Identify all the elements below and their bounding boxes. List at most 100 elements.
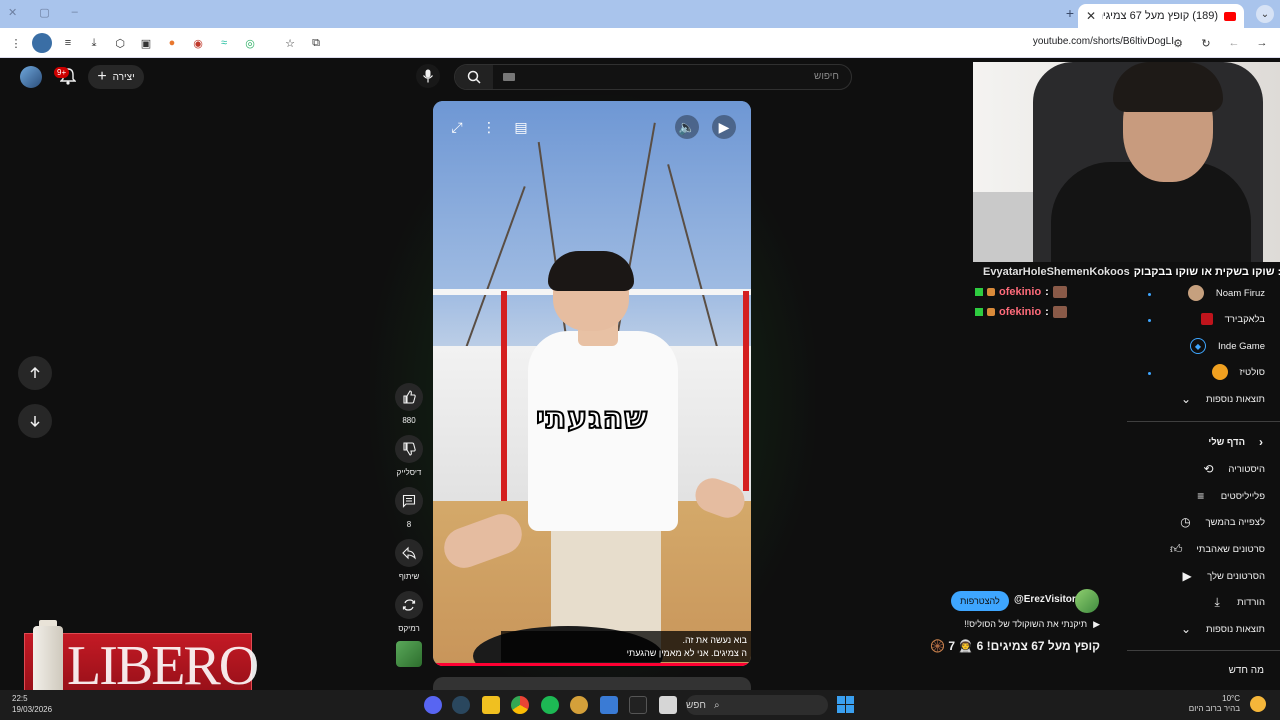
chat-badge-icon	[987, 288, 995, 296]
subscription-inde-game[interactable]: ◆ Inde Game	[1190, 333, 1265, 359]
share-button[interactable]	[395, 539, 423, 567]
video-progress-bar[interactable]	[433, 663, 751, 666]
sidebar-divider	[1127, 650, 1280, 651]
weather-widget[interactable]: 10°C בהיר ברוב היום	[1189, 694, 1240, 715]
extensions-icon[interactable]: ⬡	[110, 33, 130, 53]
restore-window-icon[interactable]: ▢	[39, 6, 49, 19]
steam-app-icon[interactable]	[452, 696, 470, 714]
microphone-icon	[423, 69, 433, 83]
search-box[interactable]: חיפוש	[454, 64, 852, 90]
fullscreen-icon[interactable]: ⤢	[445, 115, 469, 139]
grid-app-icon[interactable]	[600, 696, 618, 714]
browser-tab-active[interactable]: (189) קופץ מעל 67 צמיגים! 6 ✕	[1078, 4, 1244, 28]
site-settings-icon[interactable]: ⚙	[1168, 33, 1188, 53]
windows-start-icon[interactable]	[837, 696, 854, 713]
sidebar-item-watch-later[interactable]: ◷ לצפייה בהמשך	[1177, 509, 1265, 535]
download-icon[interactable]: ⤓	[84, 33, 104, 53]
cast-icon[interactable]: ⧉	[306, 33, 326, 53]
windows-taskbar: 22:5 19/03/2026 ⌕ חפש 10°C בהיר ברוב היו…	[0, 690, 1280, 720]
my-page-header[interactable]: הדף שלי ›	[1208, 429, 1265, 455]
account-avatar[interactable]	[20, 66, 42, 88]
close-tab-icon[interactable]: ✕	[1086, 9, 1096, 23]
chat-text: :	[1045, 286, 1049, 298]
sidebar-item-label: סרטונים שאהבתי	[1196, 543, 1265, 555]
reading-list-icon[interactable]: ≡	[58, 33, 78, 53]
play-icon[interactable]: ▶	[712, 115, 736, 139]
sidebar-item-downloads[interactable]: ⤓ הורדות	[1209, 589, 1265, 615]
discord-app-icon[interactable]	[424, 696, 442, 714]
show-more-my-page[interactable]: ⌄ תוצאות נוספות	[1178, 616, 1265, 642]
subscription-blackbird[interactable]: בלאקבירד	[1200, 306, 1265, 332]
new-tab-button[interactable]: +	[1066, 5, 1074, 21]
sidebar-item-playlists[interactable]: ≡ פלייליסטים	[1193, 483, 1265, 509]
like-button[interactable]	[395, 383, 423, 411]
sidebar-item-your-videos[interactable]: ▶ הסרטונים שלך	[1179, 563, 1265, 589]
forward-icon[interactable]: →	[1252, 33, 1272, 53]
minimize-window-icon[interactable]: –	[72, 6, 78, 19]
create-button[interactable]: + יצירה	[88, 65, 144, 89]
whats-new-title: מה חדש	[1228, 665, 1264, 676]
window-controls: ✕ ▢ –	[8, 6, 78, 19]
address-bar[interactable]: youtube.com/shorts/B6ltivDogLI	[1033, 36, 1174, 47]
create-label: יצירה	[112, 71, 135, 83]
my-page-title: הדף שלי	[1208, 436, 1245, 448]
volume-icon[interactable]: 🔈	[675, 115, 699, 139]
spotify-app-icon[interactable]	[541, 696, 559, 714]
taskbar-clock[interactable]: 22:5 19/03/2026	[12, 693, 52, 715]
like-action[interactable]: 880	[394, 383, 424, 425]
taskbar-search[interactable]: ⌕ חפש	[686, 695, 828, 715]
video-pole	[743, 291, 749, 491]
playlist-icon: ≡	[1197, 489, 1205, 503]
profile-icon[interactable]	[32, 33, 52, 53]
extension-cat-icon[interactable]: ◉	[188, 33, 208, 53]
subscribe-button[interactable]: להצטרפות	[951, 591, 1009, 611]
plus-icon: +	[97, 68, 107, 85]
remix-label: רמיקס	[398, 624, 420, 633]
shorts-video-player[interactable]: שהגעתי בוא נעשה את זה. ה צמיגים. אני לא …	[433, 101, 751, 666]
more-options-icon[interactable]: ⋮	[477, 115, 501, 139]
menu-icon[interactable]: ⋮	[6, 33, 26, 53]
previous-short-button[interactable]	[18, 356, 52, 390]
next-short-button[interactable]	[18, 404, 52, 438]
subscription-soltiz[interactable]: סולטיז	[1211, 359, 1265, 385]
sidebar-item-liked[interactable]: 👍︎ סרטונים שאהבתי	[1168, 536, 1265, 562]
file-explorer-icon[interactable]	[659, 696, 677, 714]
keyboard-icon[interactable]	[503, 73, 515, 81]
sound-thumbnail[interactable]	[396, 641, 422, 667]
comments-button[interactable]	[395, 487, 423, 515]
app-icon[interactable]	[570, 696, 588, 714]
voice-search-button[interactable]	[416, 64, 440, 88]
clock-date: 19/03/2026	[12, 705, 53, 715]
dislike-action[interactable]: דיסלייק	[394, 435, 424, 477]
captions-icon[interactable]: ▤	[509, 115, 533, 139]
tab-search-icon[interactable]: ⌄	[1256, 5, 1274, 23]
subscription-noam-firuz[interactable]: Noam Firuz	[1187, 280, 1265, 306]
extension-orange-icon[interactable]: ●	[162, 33, 182, 53]
channel-avatar	[1211, 364, 1228, 380]
tab-title: (189) קופץ מעל 67 צמיגים! 6	[1102, 10, 1218, 22]
channel-avatar[interactable]	[1075, 589, 1099, 613]
new-content-dot	[1148, 293, 1151, 296]
short-music[interactable]: ▶ תיקנתי את השוקולד של הסוליס!!	[960, 619, 1100, 630]
search-input[interactable]: חיפוש	[814, 71, 839, 82]
dislike-label: דיסלייק	[396, 468, 422, 477]
dislike-button[interactable]	[395, 435, 423, 463]
search-button[interactable]	[455, 65, 493, 89]
comments-action[interactable]: 8	[394, 487, 424, 529]
remix-action[interactable]: רמיקס	[394, 591, 424, 633]
terminal-app-icon[interactable]	[629, 696, 647, 714]
close-window-icon[interactable]: ✕	[8, 6, 17, 19]
back-icon[interactable]: ←	[1224, 33, 1244, 53]
sidebar-item-history[interactable]: ⟲ היסטוריה	[1200, 456, 1265, 482]
tab-groups-icon[interactable]: ▣	[136, 33, 156, 53]
reload-icon[interactable]: ↻	[1196, 33, 1216, 53]
store-app-icon[interactable]	[482, 696, 500, 714]
bookmark-star-icon[interactable]: ☆	[280, 33, 300, 53]
extension-teal-icon[interactable]: ≈	[214, 33, 234, 53]
share-action[interactable]: שיתוף	[394, 539, 424, 581]
channel-handle[interactable]: @ErezVisitor	[1014, 594, 1076, 605]
show-more-subscriptions[interactable]: ⌄ תוצאות נוספות	[1178, 386, 1265, 412]
chrome-app-icon[interactable]	[511, 696, 529, 714]
extension-green-icon[interactable]: ◎	[240, 33, 260, 53]
remix-button[interactable]	[395, 591, 423, 619]
